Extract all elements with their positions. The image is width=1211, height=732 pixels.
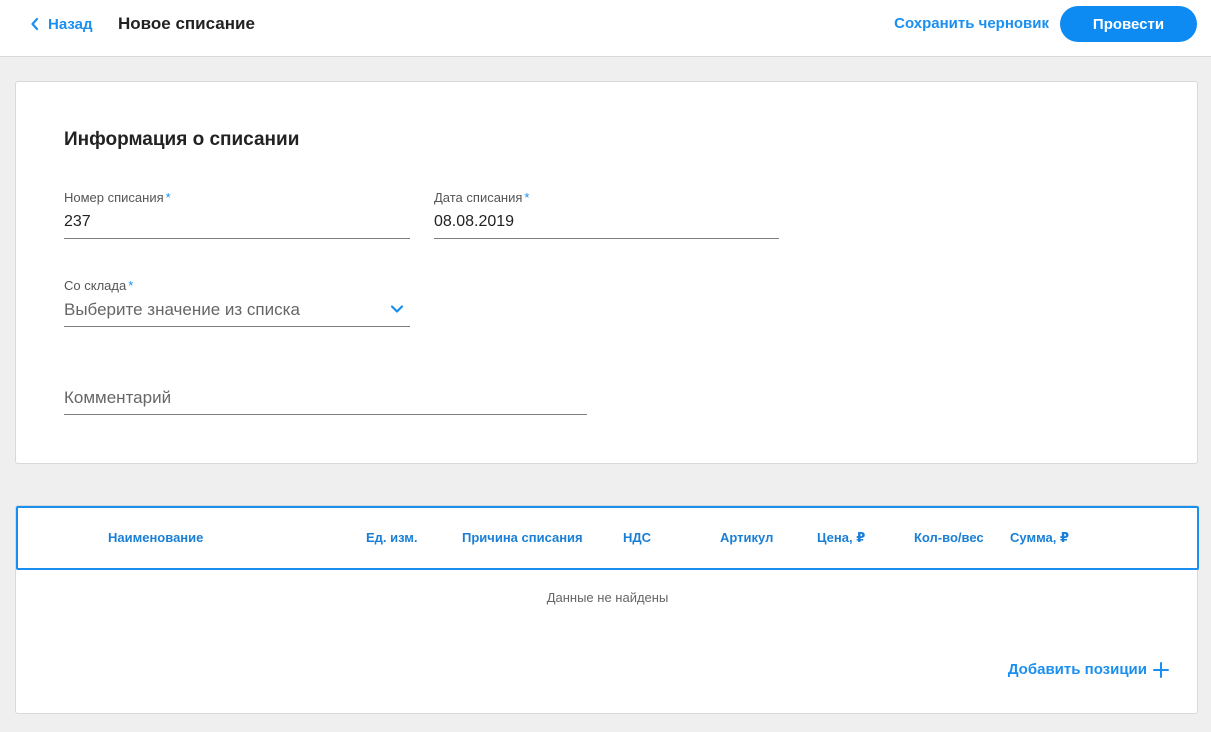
chevron-down-icon[interactable] <box>390 304 404 314</box>
column-header-sum[interactable]: Сумма, ₽ <box>1010 508 1069 568</box>
number-input[interactable]: 237 <box>64 212 410 239</box>
column-header-price[interactable]: Цена, ₽ <box>817 508 865 568</box>
column-header-unit[interactable]: Ед. изм. <box>366 508 418 568</box>
empty-message: Данные не найдены <box>546 590 669 605</box>
chevron-left-icon <box>31 17 39 31</box>
date-label: Дата списания * <box>434 190 530 205</box>
table-header: Наименование Ед. изм. Причина списания Н… <box>16 506 1199 570</box>
column-header-quantity[interactable]: Кол-во/вес <box>914 508 984 568</box>
positions-table: Наименование Ед. изм. Причина списания Н… <box>15 505 1199 714</box>
add-positions-button[interactable]: Добавить позиции <box>1008 661 1169 678</box>
back-label: Назад <box>48 15 93 33</box>
section-title: Информация о списании <box>64 129 300 150</box>
date-input[interactable]: 08.08.2019 <box>434 212 779 239</box>
writeoff-info-card: Информация о списании Номер списания * 23… <box>15 81 1198 464</box>
required-mark: * <box>524 190 530 205</box>
column-header-sku[interactable]: Артикул <box>720 508 773 568</box>
save-draft-button[interactable]: Сохранить черновик <box>894 13 1049 35</box>
warehouse-placeholder: Выберите значение из списка <box>64 300 300 319</box>
comment-field[interactable]: Комментарий <box>64 388 587 415</box>
column-header-reason[interactable]: Причина списания <box>462 508 583 568</box>
plus-icon <box>1153 661 1169 678</box>
column-header-name[interactable]: Наименование <box>108 508 203 568</box>
submit-button[interactable]: Провести <box>1060 6 1197 42</box>
comment-input[interactable]: Комментарий <box>64 388 587 415</box>
back-button[interactable]: Назад <box>30 13 92 35</box>
page-title: Новое списание <box>118 14 255 33</box>
number-label: Номер списания * <box>64 190 171 205</box>
required-mark: * <box>165 190 171 205</box>
warehouse-field[interactable]: Со склада * Выберите значение из списка <box>64 278 410 327</box>
add-positions-label: Добавить позиции <box>1007 661 1147 678</box>
warehouse-select[interactable]: Выберите значение из списка <box>64 300 410 327</box>
date-field[interactable]: Дата списания * 08.08.2019 <box>434 190 779 239</box>
number-field[interactable]: Номер списания * 237 <box>64 190 410 239</box>
column-header-vat[interactable]: НДС <box>623 508 651 568</box>
top-bar: Назад Новое списание Сохранить черновик … <box>0 0 1211 57</box>
required-mark: * <box>128 278 134 293</box>
warehouse-label: Со склада * <box>64 278 134 293</box>
